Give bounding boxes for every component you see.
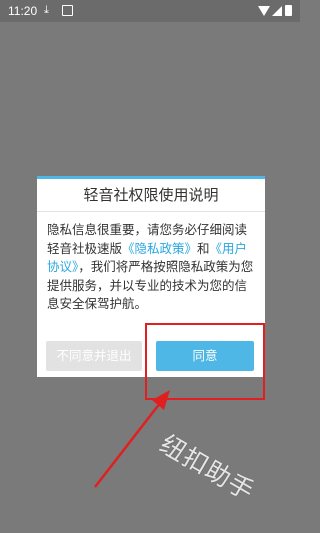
arrow-annotation: [94, 390, 170, 488]
